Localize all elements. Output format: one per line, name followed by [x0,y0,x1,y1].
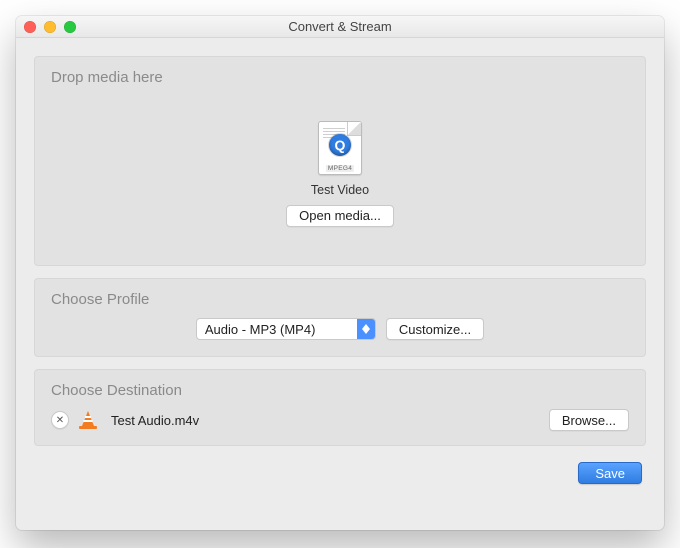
footer: Save [34,458,646,484]
drop-media-title: Drop media here [35,57,645,92]
choose-profile-title: Choose Profile [35,279,645,314]
profile-select[interactable]: Audio - MP3 (MP4) [196,318,376,340]
drop-media-panel[interactable]: Drop media here Q MPEG4 Test Video Open … [34,56,646,266]
remove-destination-button[interactable]: ✕ [51,411,69,429]
drop-media-body: Q MPEG4 Test Video Open media... [35,92,645,265]
remove-icon: ✕ [56,415,64,426]
save-button[interactable]: Save [578,462,642,484]
vlc-cone-icon [79,411,97,429]
window-title: Convert & Stream [16,19,664,34]
convert-stream-window: Convert & Stream Drop media here Q MPEG4… [16,16,664,530]
quicktime-file-icon[interactable]: Q MPEG4 [318,121,362,175]
titlebar: Convert & Stream [16,16,664,38]
choose-destination-title: Choose Destination [35,370,645,405]
customize-button[interactable]: Customize... [386,318,484,340]
content: Drop media here Q MPEG4 Test Video Open … [16,38,664,530]
file-type-badge: MPEG4 [326,165,354,172]
open-media-button[interactable]: Open media... [286,205,394,227]
dropped-file-label: Test Video [311,183,369,197]
profile-row: Audio - MP3 (MP4) Customize... [35,314,645,340]
choose-profile-panel: Choose Profile Audio - MP3 (MP4) Customi… [34,278,646,357]
browse-button[interactable]: Browse... [549,409,629,431]
destination-row: ✕ Test Audio.m4v Browse... [35,405,645,431]
profile-select-label: Audio - MP3 (MP4) [197,322,357,337]
choose-destination-panel: Choose Destination ✕ Test Audio.m4v Brow… [34,369,646,446]
dropdown-arrows-icon [357,319,375,339]
destination-filename: Test Audio.m4v [107,413,539,428]
